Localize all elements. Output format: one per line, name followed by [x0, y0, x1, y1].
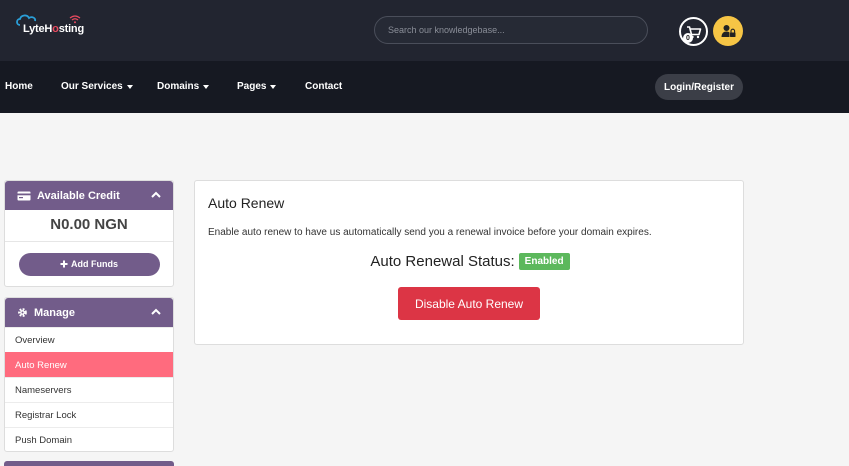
caret-down-icon	[270, 84, 277, 89]
cart-button[interactable]	[679, 17, 708, 46]
gear-icon	[17, 307, 28, 318]
caret-down-icon	[126, 84, 133, 89]
credit-panel: Available Credit N0.00 NGN Add Funds	[4, 180, 174, 287]
user-lock-icon	[721, 25, 735, 37]
top-bar: LyteHosting 0	[0, 0, 849, 61]
manage-panel-title: Manage	[34, 306, 75, 319]
site-logo[interactable]: LyteHosting	[14, 12, 94, 42]
search-input[interactable]	[374, 16, 648, 44]
nav-home[interactable]: Home	[5, 81, 33, 92]
caret-down-icon	[203, 84, 210, 89]
page-title: Auto Renew	[208, 195, 285, 211]
sidebar-item-registrar-lock[interactable]: Registrar Lock	[5, 402, 173, 427]
logo-text: LyteHosting	[23, 23, 84, 35]
credit-panel-header[interactable]: Available Credit	[5, 181, 173, 210]
status-label: Auto Renewal Status:	[370, 253, 515, 270]
auto-renew-description: Enable auto renew to have us automatical…	[208, 227, 652, 238]
sidebar-item-nameservers[interactable]: Nameservers	[5, 377, 173, 402]
status-row: Auto Renewal Status: Enabled	[195, 253, 745, 270]
credit-amount: N0.00 NGN	[5, 210, 173, 242]
sidebar-item-overview[interactable]: Overview	[5, 327, 173, 352]
login-register-button[interactable]: Login/Register	[655, 74, 743, 100]
nav-our-services[interactable]: Our Services	[61, 81, 133, 92]
add-funds-button[interactable]: Add Funds	[18, 252, 160, 276]
sidebar-item-push-domain[interactable]: Push Domain	[5, 427, 173, 452]
manage-panel-header[interactable]: Manage	[5, 298, 173, 327]
chevron-up-icon[interactable]	[151, 191, 161, 198]
main-nav: Home Our Services Domains Pages Contact …	[0, 61, 849, 113]
sidebar-item-auto-renew[interactable]: Auto Renew	[5, 352, 173, 377]
cart-count-badge: 0	[683, 33, 693, 43]
plus-icon	[60, 260, 68, 268]
nav-pages[interactable]: Pages	[237, 81, 277, 92]
next-panel-header	[4, 461, 174, 466]
add-funds-wrap: Add Funds	[5, 242, 173, 286]
account-button[interactable]	[713, 16, 743, 46]
chevron-up-icon[interactable]	[151, 308, 161, 315]
manage-panel: Manage Overview Auto Renew Nameservers R…	[4, 297, 174, 452]
nav-domains[interactable]: Domains	[157, 81, 210, 92]
credit-card-icon	[17, 191, 31, 201]
auto-renew-card: Auto Renew Enable auto renew to have us …	[194, 180, 744, 345]
nav-contact[interactable]: Contact	[305, 81, 342, 92]
credit-panel-title: Available Credit	[37, 189, 120, 202]
disable-auto-renew-button[interactable]: Disable Auto Renew	[398, 287, 540, 320]
status-badge: Enabled	[518, 253, 570, 270]
